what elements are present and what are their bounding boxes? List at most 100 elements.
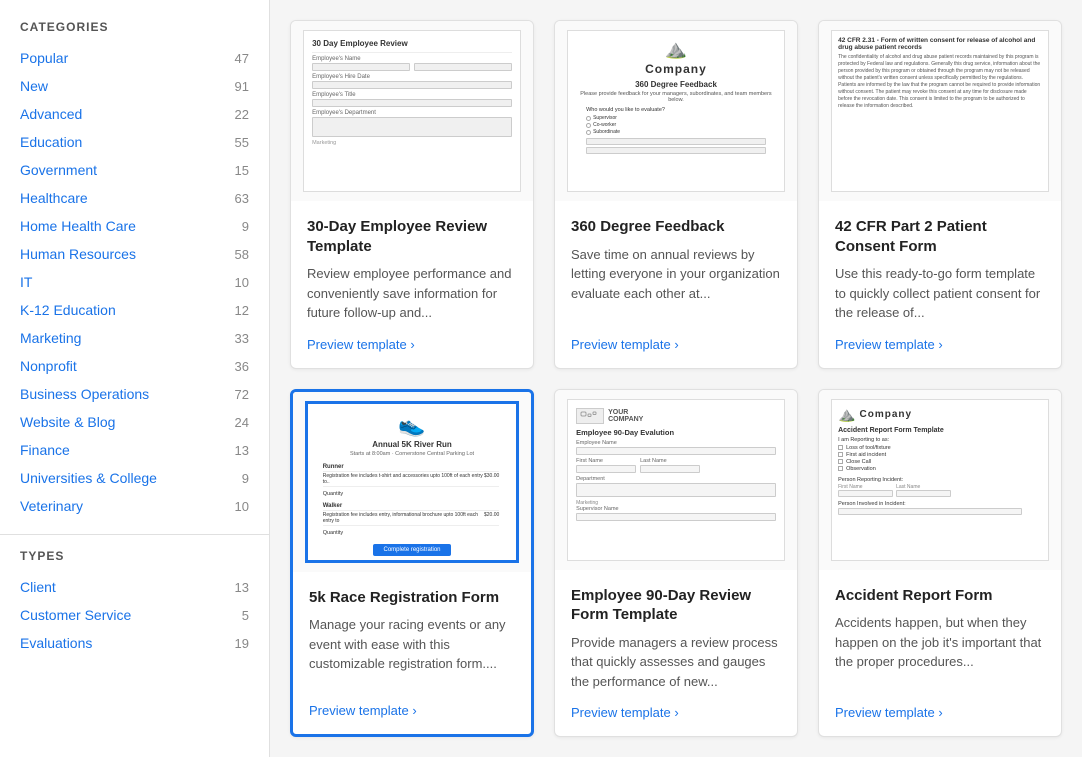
sidebar-item-count: 55 (235, 135, 249, 150)
sidebar-item-business-operations[interactable]: Business Operations 72 (0, 380, 269, 408)
sidebar-item-count: 47 (235, 51, 249, 66)
sidebar-item-label: Education (20, 134, 82, 150)
sidebar-item-label: IT (20, 274, 32, 290)
card-title: Employee 90-Day Review Form Template (571, 586, 781, 625)
main-content: 30 Day Employee Review Employee's Name E… (270, 0, 1082, 757)
card-preview: 42 CFR 2.31 - Form of written consent fo… (819, 21, 1061, 201)
card-90-day-review[interactable]: YOURCOMPANY Employee 90-Day Evalution Em… (554, 389, 798, 738)
sidebar-item-label: Finance (20, 442, 70, 458)
sidebar-item-customer-service[interactable]: Customer Service 5 (0, 601, 269, 629)
sidebar-item-label: Marketing (20, 330, 81, 346)
sidebar-item-new[interactable]: New 91 (0, 72, 269, 100)
sidebar-item-label: Human Resources (20, 246, 136, 262)
sidebar-item-count: 13 (235, 580, 249, 595)
sidebar-item-client[interactable]: Client 13 (0, 573, 269, 601)
card-body: Accident Report Form Accidents happen, b… (819, 570, 1061, 737)
card-description: Use this ready-to-go form template to qu… (835, 264, 1045, 323)
card-body: Employee 90-Day Review Form Template Pro… (555, 570, 797, 737)
card-42cfr[interactable]: 42 CFR 2.31 - Form of written consent fo… (818, 20, 1062, 369)
card-description: Review employee performance and convenie… (307, 264, 517, 323)
sidebar-item-count: 13 (235, 443, 249, 458)
preview-template-link[interactable]: Preview template › (835, 705, 1045, 720)
card-title: 42 CFR Part 2 Patient Consent Form (835, 217, 1045, 256)
sidebar-item-count: 58 (235, 247, 249, 262)
sidebar-item-count: 10 (235, 499, 249, 514)
sidebar-item-education[interactable]: Education 55 (0, 128, 269, 156)
preview-template-link[interactable]: Preview template › (571, 705, 781, 720)
sidebar-item-label: Popular (20, 50, 68, 66)
sidebar-item-government[interactable]: Government 15 (0, 156, 269, 184)
card-body: 42 CFR Part 2 Patient Consent Form Use t… (819, 201, 1061, 368)
sidebar-item-label: Evaluations (20, 635, 92, 651)
card-body: 5k Race Registration Form Manage your ra… (293, 572, 531, 735)
sidebar-item-label: Healthcare (20, 190, 88, 206)
sidebar-item-label: Veterinary (20, 498, 83, 514)
sidebar-item-label: K-12 Education (20, 302, 116, 318)
sidebar-item-website-blog[interactable]: Website & Blog 24 (0, 408, 269, 436)
card-30-day-review[interactable]: 30 Day Employee Review Employee's Name E… (290, 20, 534, 369)
sidebar-item-count: 9 (242, 471, 249, 486)
sidebar-item-count: 33 (235, 331, 249, 346)
card-title: 360 Degree Feedback (571, 217, 781, 237)
preview-template-link[interactable]: Preview template › (835, 337, 1045, 352)
sidebar-item-nonprofit[interactable]: Nonprofit 36 (0, 352, 269, 380)
sidebar-item-universities[interactable]: Universities & College 9 (0, 464, 269, 492)
sidebar-item-k12[interactable]: K-12 Education 12 (0, 296, 269, 324)
sidebar-item-evaluations[interactable]: Evaluations 19 (0, 629, 269, 657)
sidebar-item-count: 9 (242, 219, 249, 234)
preview-template-link[interactable]: Preview template › (309, 703, 515, 718)
preview-template-link[interactable]: Preview template › (307, 337, 517, 352)
card-body: 360 Degree Feedback Save time on annual … (555, 201, 797, 368)
sidebar-item-count: 24 (235, 415, 249, 430)
sidebar-item-count: 10 (235, 275, 249, 290)
card-description: Manage your racing events or any event w… (309, 615, 515, 689)
card-5k-race[interactable]: 👟 Annual 5K River Run Starts at 8:00am ·… (290, 389, 534, 738)
sidebar-item-it[interactable]: IT 10 (0, 268, 269, 296)
card-360-feedback[interactable]: ⛰️ Company 360 Degree Feedback Please pr… (554, 20, 798, 369)
card-preview: YOURCOMPANY Employee 90-Day Evalution Em… (555, 390, 797, 570)
sidebar-item-home-health-care[interactable]: Home Health Care 9 (0, 212, 269, 240)
sidebar-item-label: Website & Blog (20, 414, 115, 430)
sidebar-item-label: Home Health Care (20, 218, 136, 234)
sidebar-item-veterinary[interactable]: Veterinary 10 (0, 492, 269, 520)
card-title: 5k Race Registration Form (309, 588, 515, 608)
preview-template-link[interactable]: Preview template › (571, 337, 781, 352)
sidebar-item-marketing[interactable]: Marketing 33 (0, 324, 269, 352)
card-description: Save time on annual reviews by letting e… (571, 245, 781, 323)
sidebar-item-label: Government (20, 162, 97, 178)
card-description: Provide managers a review process that q… (571, 633, 781, 692)
sidebar-item-label: New (20, 78, 48, 94)
types-title: TYPES (0, 549, 269, 573)
sidebar-item-count: 22 (235, 107, 249, 122)
card-description: Accidents happen, but when they happen o… (835, 613, 1045, 691)
card-accident-report[interactable]: ⛰️ Company Accident Report Form Template… (818, 389, 1062, 738)
sidebar: CATEGORIES Popular 47 New 91 Advanced 22… (0, 0, 270, 757)
sidebar-item-count: 19 (235, 636, 249, 651)
sidebar-item-finance[interactable]: Finance 13 (0, 436, 269, 464)
sidebar-item-label: Business Operations (20, 386, 149, 402)
sidebar-item-count: 91 (235, 79, 249, 94)
sidebar-item-count: 5 (242, 608, 249, 623)
sidebar-item-label: Client (20, 579, 56, 595)
sidebar-item-label: Universities & College (20, 470, 157, 486)
sidebar-item-healthcare[interactable]: Healthcare 63 (0, 184, 269, 212)
cards-grid: 30 Day Employee Review Employee's Name E… (290, 20, 1062, 737)
sidebar-item-count: 12 (235, 303, 249, 318)
sidebar-item-count: 63 (235, 191, 249, 206)
sidebar-item-popular[interactable]: Popular 47 (0, 44, 269, 72)
card-body: 30-Day Employee Review Template Review e… (291, 201, 533, 368)
card-preview: ⛰️ Company 360 Degree Feedback Please pr… (555, 21, 797, 201)
sidebar-item-count: 72 (235, 387, 249, 402)
categories-title: CATEGORIES (0, 20, 269, 44)
sidebar-item-human-resources[interactable]: Human Resources 58 (0, 240, 269, 268)
sidebar-item-label: Nonprofit (20, 358, 77, 374)
sidebar-item-advanced[interactable]: Advanced 22 (0, 100, 269, 128)
sidebar-divider (0, 534, 269, 535)
card-preview: ⛰️ Company Accident Report Form Template… (819, 390, 1061, 570)
sidebar-item-count: 36 (235, 359, 249, 374)
card-preview: 30 Day Employee Review Employee's Name E… (291, 21, 533, 201)
sidebar-item-label: Customer Service (20, 607, 131, 623)
card-preview: 👟 Annual 5K River Run Starts at 8:00am ·… (293, 392, 531, 572)
sidebar-item-count: 15 (235, 163, 249, 178)
sidebar-item-label: Advanced (20, 106, 82, 122)
